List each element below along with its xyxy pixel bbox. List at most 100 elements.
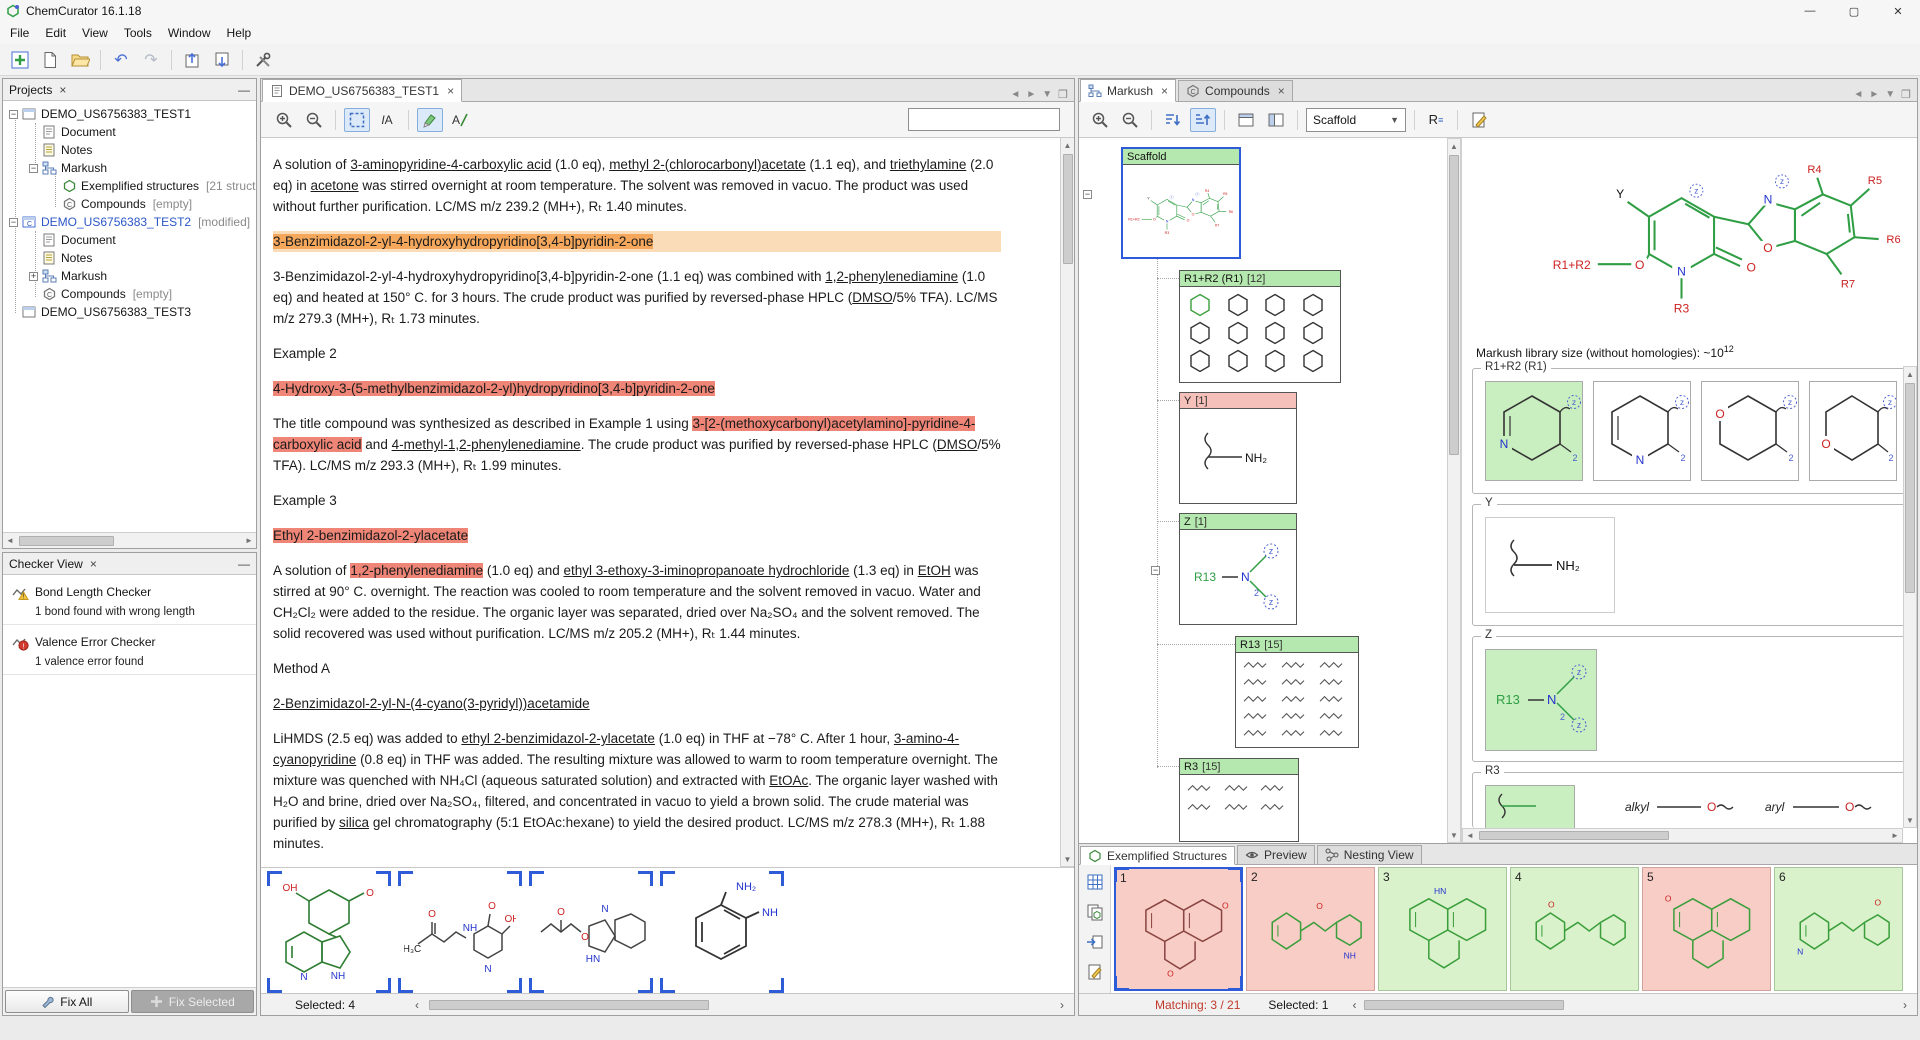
ring-structure-icon[interactable] xyxy=(1226,348,1250,374)
tab-nesting-view[interactable]: Nesting View xyxy=(1317,845,1422,864)
chem-entity[interactable]: ethyl 2-benzimidazol-2-ylacetate xyxy=(461,731,655,746)
rgroup-option-z-1[interactable]: R13 N z z 2 xyxy=(1485,649,1597,751)
minimize-button[interactable]: — xyxy=(1788,0,1832,22)
fragment-structure-icon[interactable] xyxy=(1242,676,1268,687)
close-panel-icon[interactable]: × xyxy=(59,83,66,97)
ring-structure-icon[interactable] xyxy=(1263,348,1287,374)
scroll-right-icon[interactable]: › xyxy=(1903,998,1907,1012)
chem-entity[interactable]: methyl 2-(chlorocarbonyl)acetate xyxy=(609,157,806,172)
structure-card-4[interactable]: NH₂ NH₂ xyxy=(662,873,782,991)
fragment-structure-icon[interactable] xyxy=(1242,727,1268,738)
exemplified-card-2[interactable]: 2 ONH xyxy=(1246,867,1375,991)
scroll-left-icon[interactable]: ◄ xyxy=(3,534,17,548)
projects-hscrollbar[interactable]: ◄ ► xyxy=(3,532,256,548)
rgroup-editor-button[interactable]: R≡ xyxy=(1423,108,1449,132)
zoom-out-button[interactable] xyxy=(301,108,327,132)
tree-expander-icon[interactable]: − xyxy=(9,218,18,227)
fragment-structure-icon[interactable] xyxy=(1280,676,1306,687)
tab-document[interactable]: DEMO_US6756383_TEST1 × xyxy=(262,79,462,102)
tree-expander-icon[interactable]: − xyxy=(9,110,18,119)
fragment-structure-icon[interactable] xyxy=(1242,710,1268,721)
markush-structure-canvas[interactable] xyxy=(1542,142,1914,338)
exemplified-card-4[interactable]: 4 O xyxy=(1510,867,1639,991)
rgroup-node-r1r2[interactable]: R1+R2 (R1)[12] xyxy=(1179,270,1341,383)
document-search-input[interactable] xyxy=(908,108,1060,131)
ring-structure-icon[interactable] xyxy=(1226,320,1250,346)
zoom-in-button[interactable] xyxy=(271,108,297,132)
sort-descending-button[interactable] xyxy=(1160,108,1186,132)
structure-card-3[interactable]: O O HN N xyxy=(531,873,651,991)
maximize-panel-icon[interactable]: ❐ xyxy=(1901,88,1911,101)
exemplified-card-3[interactable]: 3 HN xyxy=(1378,867,1507,991)
sort-ascending-button[interactable] xyxy=(1190,108,1216,132)
tab-scroll-left-icon[interactable]: ◄ xyxy=(1853,89,1863,100)
rgroup-option-r1r2-3[interactable]: O z 2 xyxy=(1701,381,1799,481)
table-view-button[interactable] xyxy=(1084,871,1106,893)
ring-structure-icon[interactable] xyxy=(1188,320,1212,346)
fragment-structure-icon[interactable] xyxy=(1259,782,1285,793)
fragment-structure-icon[interactable] xyxy=(1318,710,1344,721)
close-tab-icon[interactable]: × xyxy=(447,84,454,98)
chem-entity-highlighted[interactable]: 3-Benzimidazol-2-yl-4-hydroxyhydropyridi… xyxy=(273,234,653,249)
chem-entity[interactable]: 1,2-phenylenediamine xyxy=(825,269,958,284)
tree-expander-icon[interactable]: − xyxy=(1083,190,1092,199)
tab-scroll-left-icon[interactable]: ◄ xyxy=(1010,89,1020,100)
fragment-structure-icon[interactable] xyxy=(1242,659,1268,670)
chem-entity[interactable]: silica xyxy=(339,815,369,830)
markush-scaffold-node[interactable]: Scaffold xyxy=(1121,147,1241,259)
rgroup-option-r1r2-4[interactable]: O z 2 xyxy=(1809,381,1897,481)
tab-exemplified-structures[interactable]: Exemplified Structures xyxy=(1080,846,1235,865)
scroll-right-icon[interactable]: ► xyxy=(1888,829,1902,843)
fragment-structure-icon[interactable] xyxy=(1280,693,1306,704)
tab-preview[interactable]: Preview xyxy=(1237,845,1315,864)
chem-entity[interactable]: 4-methyl-1,2-phenylenediamine xyxy=(392,437,581,452)
rgroup-option-r1r2-2[interactable]: N z 2 xyxy=(1593,381,1691,481)
scroll-left-icon[interactable]: ‹ xyxy=(415,998,419,1012)
redo-button[interactable]: ↷ xyxy=(137,47,165,73)
rgroup-node-r13[interactable]: R13[15] xyxy=(1235,636,1359,748)
fragment-structure-icon[interactable] xyxy=(1318,676,1344,687)
tree-item-project-test2[interactable]: − C DEMO_US6756383_TEST2 [modified] xyxy=(3,213,256,231)
menu-view[interactable]: View xyxy=(74,23,116,43)
fragment-structure-icon[interactable] xyxy=(1280,659,1306,670)
scaffold-select[interactable]: Scaffold ▼ xyxy=(1306,108,1406,132)
rgroup-option-r1r2-1[interactable]: N z 2 xyxy=(1485,381,1583,481)
menu-edit[interactable]: Edit xyxy=(37,23,74,43)
collapse-panel-icon[interactable]: — xyxy=(238,557,250,571)
markush-tree-vscrollbar[interactable]: ▲ ▼ xyxy=(1447,138,1461,843)
checkout-button[interactable] xyxy=(208,47,236,73)
tree-expander-icon[interactable]: + xyxy=(29,272,38,281)
ring-structure-icon[interactable] xyxy=(1263,320,1287,346)
exemplified-card-6[interactable]: 6 ON xyxy=(1774,867,1903,991)
ring-structure-icon[interactable] xyxy=(1301,292,1325,318)
menu-help[interactable]: Help xyxy=(219,23,260,43)
tab-scroll-right-icon[interactable]: ► xyxy=(1869,89,1879,100)
rgroup-option-y-1[interactable]: NH₂ xyxy=(1485,517,1615,613)
ring-structure-icon[interactable] xyxy=(1301,348,1325,374)
layout-horizontal-button[interactable] xyxy=(1233,108,1259,132)
scroll-down-icon[interactable]: ▼ xyxy=(1061,852,1075,866)
tree-item-document[interactable]: Document xyxy=(3,231,256,249)
close-button[interactable]: ✕ xyxy=(1876,0,1920,22)
markush-detail-vscrollbar[interactable]: ▲ ▼ xyxy=(1903,366,1917,828)
edit-structure-button[interactable] xyxy=(1466,108,1492,132)
menu-window[interactable]: Window xyxy=(160,23,219,43)
fragment-structure-icon[interactable] xyxy=(1318,727,1344,738)
highlight-button[interactable] xyxy=(417,108,443,132)
chem-entity-highlighted[interactable]: Ethyl 2-benzimidazol-2-ylacetate xyxy=(273,528,468,543)
undo-button[interactable]: ↶ xyxy=(107,47,135,73)
open-project-button[interactable] xyxy=(66,47,94,73)
scroll-left-icon[interactable]: ‹ xyxy=(1352,998,1356,1012)
tree-item-exemplified-structures[interactable]: Exemplified structures [21 structures] xyxy=(3,177,256,195)
exemplified-card-5[interactable]: 5 O xyxy=(1642,867,1771,991)
chem-entity-highlighted[interactable]: 4-Hydroxy-3-(5-methylbenzimidazol-2-yl)h… xyxy=(273,381,715,396)
fragment-structure-icon[interactable] xyxy=(1186,782,1212,793)
tree-item-markush[interactable]: − Markush xyxy=(3,159,256,177)
chem-entity[interactable]: DMSO xyxy=(852,290,893,305)
tree-item-compounds[interactable]: C Compounds [empty] xyxy=(3,195,256,213)
tab-markush[interactable]: Markush × xyxy=(1080,79,1176,102)
tab-compounds[interactable]: C Compounds × xyxy=(1178,80,1293,101)
ring-structure-icon[interactable] xyxy=(1188,348,1212,374)
rgroup-option-r3-alkyl[interactable]: alkyl O xyxy=(1623,789,1743,829)
chem-entity-highlighted[interactable]: 1,2-phenylenediamine xyxy=(350,563,483,578)
